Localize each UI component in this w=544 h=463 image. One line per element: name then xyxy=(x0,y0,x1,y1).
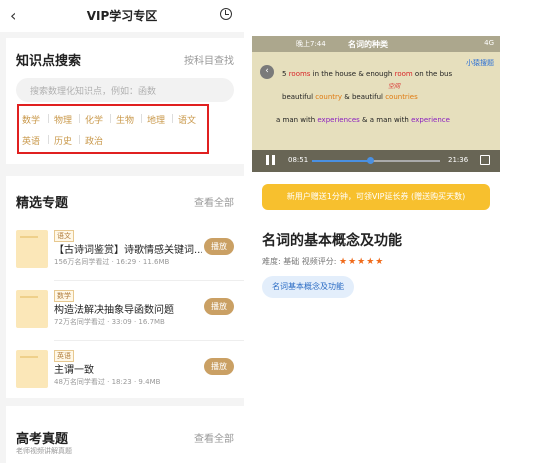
brand-logo: 小猿搜题 xyxy=(466,59,494,67)
subject-divider xyxy=(172,114,173,123)
subject-divider xyxy=(79,114,80,123)
subject-math[interactable]: 数学 xyxy=(22,113,40,126)
video-status-bar: 晚上7:44 名词的种类 4G xyxy=(252,36,500,52)
video-title: 【古诗词鉴赏】诗歌情感关键词... xyxy=(54,245,202,256)
fullscreen-icon[interactable] xyxy=(480,155,490,165)
video-detail-title: 名词的基本概念及功能 xyxy=(262,233,402,249)
play-button[interactable]: 播放 xyxy=(204,298,234,315)
subject-chemistry[interactable]: 化学 xyxy=(85,113,103,126)
list-item[interactable]: 语文 【古诗词鉴赏】诗歌情感关键词... 156万名同学看过 · 16:29 ·… xyxy=(16,230,236,280)
subject-physics[interactable]: 物理 xyxy=(54,113,72,126)
subject-chinese[interactable]: 语文 xyxy=(178,113,196,126)
subject-divider xyxy=(141,114,142,123)
video-controls: 08:51 21:36 xyxy=(252,150,500,172)
right-screen: 晚上7:44 名词的种类 4G ‹ 小猿搜题 5 rooms in the ho… xyxy=(252,0,500,463)
promo-banner[interactable]: 新用户赠送1分钟，可领VIP延长券 (赠送购买天数) xyxy=(262,184,490,210)
video-caption: 名词的种类 xyxy=(348,40,388,49)
video-clock: 晚上7:44 xyxy=(296,40,326,48)
subject-divider xyxy=(48,114,49,123)
featured-view-all-link[interactable]: 查看全部 xyxy=(194,194,234,209)
subject-divider xyxy=(48,135,49,144)
progress-handle[interactable] xyxy=(366,157,374,164)
subject-biology[interactable]: 生物 xyxy=(116,113,134,126)
video-meta: 72万名同学看过 · 33:09 · 16.7MB xyxy=(54,318,165,326)
subject-geography[interactable]: 地理 xyxy=(147,113,165,126)
left-screen: ‹ VIP学习专区 知识点搜索 按科目查找 搜索数理化知识点，例如：函数 数学 … xyxy=(0,0,244,463)
star-rating: ★★★★★ xyxy=(339,257,385,267)
video-thumbnail xyxy=(16,290,48,328)
search-input[interactable]: 搜索数理化知识点，例如：函数 xyxy=(16,78,234,102)
slide-line-3: a man with experiences & a man with expe… xyxy=(276,116,450,124)
subject-highlight-box xyxy=(17,104,209,154)
page-title: VIP学习专区 xyxy=(86,9,158,23)
video-meta: 156万名同学看过 · 16:29 · 11.6MB xyxy=(54,258,170,266)
exam-subtitle: 老师视频讲解真题 xyxy=(16,447,72,455)
video-meta: 48万名同学看过 · 18:23 · 9.4MB xyxy=(54,378,161,386)
featured-topics-card: 精选专题 查看全部 语文 【古诗词鉴赏】诗歌情感关键词... 156万名同学看过… xyxy=(6,176,244,398)
subject-divider xyxy=(110,114,111,123)
top-bar: ‹ VIP学习专区 xyxy=(0,0,244,32)
subject-english[interactable]: 英语 xyxy=(22,134,40,147)
browse-by-subject-link[interactable]: 按科目查找 xyxy=(184,52,234,67)
exam-questions-card: 高考真题 查看全部 老师视频讲解真题 xyxy=(6,406,244,463)
play-button[interactable]: 播放 xyxy=(204,358,234,375)
play-button[interactable]: 播放 xyxy=(204,238,234,255)
back-icon[interactable]: ‹ xyxy=(260,65,274,79)
slide-line-2: beautiful country & beautiful countries xyxy=(282,93,418,101)
progress-fill xyxy=(312,160,370,162)
network-status: 4G xyxy=(484,39,494,47)
slide-line-1: 5 rooms in the house & enough room on th… xyxy=(282,70,453,78)
current-time: 08:51 xyxy=(288,156,309,164)
subject-divider xyxy=(79,135,80,144)
section-title-knowledge-search: 知识点搜索 xyxy=(16,54,82,69)
clock-icon[interactable] xyxy=(220,8,232,20)
divider xyxy=(54,340,244,341)
handwritten-note: 空间 xyxy=(388,83,401,90)
video-thumbnail xyxy=(16,230,48,268)
rating-label: 难度: 基础 视频评分: xyxy=(262,257,340,266)
video-thumbnail xyxy=(16,350,48,388)
knowledge-search-card: 知识点搜索 按科目查找 搜索数理化知识点，例如：函数 数学 物理 化学 生物 地… xyxy=(6,38,244,164)
divider xyxy=(54,280,244,281)
duration: 21:36 xyxy=(448,156,469,164)
search-placeholder: 搜索数理化知识点，例如：函数 xyxy=(30,87,157,97)
pause-icon[interactable] xyxy=(266,155,275,165)
video-title: 主谓一致 xyxy=(54,365,94,376)
list-item[interactable]: 数学 构造法解决抽象导函数问题 72万名同学看过 · 33:09 · 16.7M… xyxy=(16,290,236,340)
subject-politics[interactable]: 政治 xyxy=(85,134,103,147)
section-title-featured: 精选专题 xyxy=(16,196,69,211)
video-player[interactable]: 晚上7:44 名词的种类 4G ‹ 小猿搜题 5 rooms in the ho… xyxy=(252,36,500,172)
exam-view-all-link[interactable]: 查看全部 xyxy=(194,430,234,445)
list-item[interactable]: 英语 主谓一致 48万名同学看过 · 18:23 · 9.4MB 播放 xyxy=(16,350,236,400)
subject-history[interactable]: 历史 xyxy=(54,134,72,147)
knowledge-point-tag[interactable]: 名词基本概念及功能 xyxy=(262,276,354,298)
rating-row: 难度: 基础 视频评分: ★★★★★ xyxy=(262,256,384,267)
section-title-exam: 高考真题 xyxy=(16,432,69,447)
video-title: 构造法解决抽象导函数问题 xyxy=(54,305,174,316)
